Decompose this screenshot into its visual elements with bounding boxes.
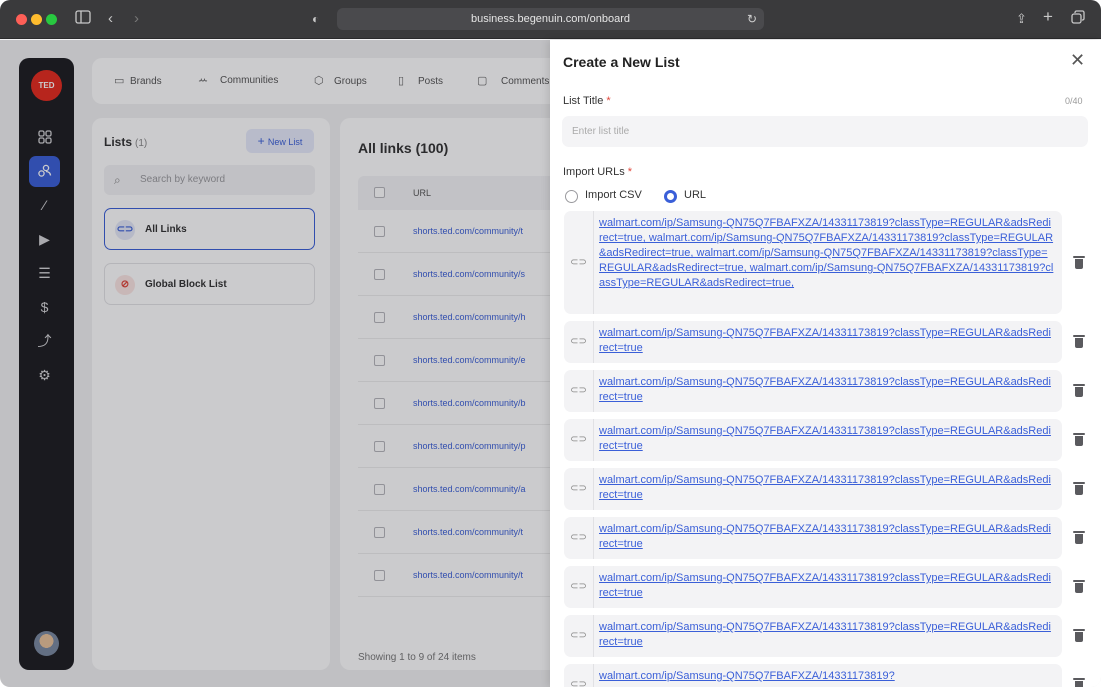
share-icon[interactable]: ⇪ [1016,10,1027,28]
tab-overview-icon[interactable] [1071,10,1085,29]
privacy-shield-icon[interactable]: ◐ [312,10,319,28]
url-entry[interactable]: ⊂⊃ walmart.com/ip/Samsung-QN75Q7FBAFXZA/1… [564,468,1062,510]
browser-window: ‹ › ◐ business.begenuin.com/onboard ↻ ⇪ … [0,0,1101,687]
import-csv-label[interactable]: Import CSV [585,189,642,201]
sidebar-toggle-icon[interactable] [75,10,91,29]
link-icon: ⊂⊃ [564,321,594,363]
url-link[interactable]: walmart.com/ip/Samsung-QN75Q7FBAFXZA/143… [599,473,1054,503]
modal-backdrop[interactable] [0,40,550,687]
link-icon: ⊂⊃ [564,566,594,608]
delete-icon[interactable] [1072,530,1086,546]
url-entry[interactable]: ⊂⊃ walmart.com/ip/Samsung-QN75Q7FBAFXZA/1… [564,517,1062,559]
link-icon: ⊂⊃ [564,468,594,510]
url-entry[interactable]: ⊂⊃ walmart.com/ip/Samsung-QN75Q7FBAFXZA/1… [564,664,1062,687]
link-icon: ⊂⊃ [564,419,594,461]
required-mark: * [606,95,611,107]
link-icon: ⊂⊃ [564,517,594,559]
character-counter: 0/40 [1065,96,1083,106]
zoom-window-button[interactable] [46,14,57,25]
url-link[interactable]: walmart.com/ip/Samsung-QN75Q7FBAFXZA/143… [599,375,1054,405]
address-bar[interactable]: business.begenuin.com/onboard ↻ [337,8,764,30]
url-entry[interactable]: ⊂⊃ walmart.com/ip/Samsung-QN75Q7FBAFXZA/1… [564,370,1062,412]
delete-icon[interactable] [1072,432,1086,448]
delete-icon[interactable] [1072,383,1086,399]
url-entry[interactable]: ⊂⊃ walmart.com/ip/Samsung-QN75Q7FBAFXZA/1… [564,419,1062,461]
url-entry[interactable]: ⊂⊃ walmart.com/ip/Samsung-QN75Q7FBAFXZA/1… [564,615,1062,657]
link-icon: ⊂⊃ [564,615,594,657]
url-link[interactable]: walmart.com/ip/Samsung-QN75Q7FBAFXZA/143… [599,326,1054,356]
import-urls-label: Import URLs * [563,166,632,178]
close-window-button[interactable] [16,14,27,25]
modal-title: Create a New List [563,54,680,70]
url-link[interactable]: walmart.com/ip/Samsung-QN75Q7FBAFXZA/143… [599,620,1054,650]
list-title-label-text: List Title [563,95,604,107]
minimize-window-button[interactable] [31,14,42,25]
import-csv-radio[interactable] [565,190,578,203]
link-icon: ⊂⊃ [564,664,594,687]
create-list-modal: Create a New List ✕ List Title* 0/40 Imp… [550,40,1101,687]
url-radio[interactable] [664,190,677,203]
back-icon[interactable]: ‹ [108,10,113,28]
import-urls-label-text: Import URLs [563,166,625,178]
required-mark: * [627,166,633,178]
list-title-label: List Title * [563,95,611,107]
url-entry[interactable]: ⊂⊃ walmart.com/ip/Samsung-QN75Q7FBAFXZA/1… [564,211,1062,314]
delete-icon[interactable] [1072,628,1086,644]
url-link[interactable]: walmart.com/ip/Samsung-QN75Q7FBAFXZA/143… [599,216,1054,291]
forward-icon[interactable]: › [134,10,139,28]
link-icon: ⊂⊃ [564,211,594,314]
url-link[interactable]: walmart.com/ip/Samsung-QN75Q7FBAFXZA/143… [599,424,1054,454]
delete-icon[interactable] [1072,579,1086,595]
delete-icon[interactable] [1072,481,1086,497]
list-title-input[interactable] [562,116,1088,147]
url-entry[interactable]: ⊂⊃ walmart.com/ip/Samsung-QN75Q7FBAFXZA/1… [564,321,1062,363]
url-entry[interactable]: ⊂⊃ walmart.com/ip/Samsung-QN75Q7FBAFXZA/1… [564,566,1062,608]
link-icon: ⊂⊃ [564,370,594,412]
reload-icon[interactable]: ↻ [747,8,757,30]
url-label[interactable]: URL [684,189,706,201]
new-tab-icon[interactable]: + [1043,8,1053,26]
delete-icon[interactable] [1072,677,1086,687]
browser-toolbar: ‹ › ◐ business.begenuin.com/onboard ↻ ⇪ … [0,0,1101,39]
url-link[interactable]: walmart.com/ip/Samsung-QN75Q7FBAFXZA/143… [599,571,1054,601]
address-bar-url: business.begenuin.com/onboard [470,13,630,25]
delete-icon[interactable] [1072,334,1086,350]
url-link[interactable]: walmart.com/ip/Samsung-QN75Q7FBAFXZA/143… [599,522,1054,552]
close-icon[interactable]: ✕ [1070,50,1085,70]
delete-icon[interactable] [1072,255,1086,271]
url-link[interactable]: walmart.com/ip/Samsung-QN75Q7FBAFXZA/143… [599,669,1054,684]
